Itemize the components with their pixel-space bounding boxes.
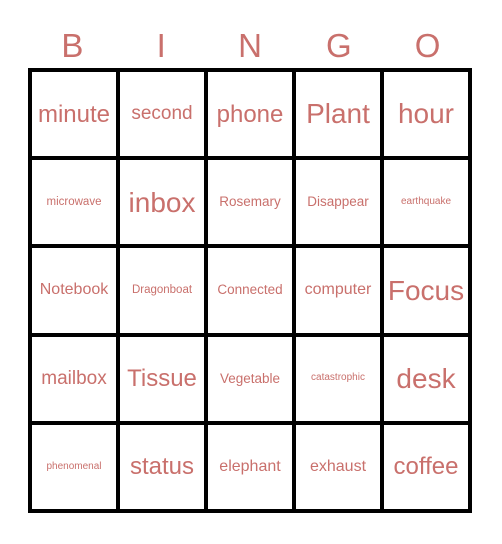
bingo-cell-label: exhaust	[309, 457, 367, 475]
bingo-cell[interactable]: desk	[380, 336, 468, 421]
bingo-cell-label: elephant	[219, 457, 281, 475]
bingo-cell-label: second	[131, 103, 193, 125]
bingo-cell[interactable]: Plant	[292, 72, 380, 157]
bingo-cell-label: Focus	[387, 274, 465, 306]
bingo-cell[interactable]: hour	[380, 72, 468, 157]
bingo-cell[interactable]: status	[116, 424, 204, 510]
bingo-grid: minute second phone Plant hour microwave…	[28, 68, 472, 513]
header-letter-g: G	[325, 26, 352, 64]
header-letter-o: O	[414, 26, 441, 64]
bingo-cell-label: Tissue	[127, 365, 197, 393]
bingo-cell-label: phenomenal	[46, 460, 102, 472]
bingo-cell[interactable]: Tissue	[116, 336, 204, 421]
bingo-cell[interactable]: phone	[204, 72, 292, 157]
bingo-row: phenomenal status elephant exhaust coffe…	[32, 420, 468, 510]
bingo-cell-label: Vegetable	[219, 370, 281, 386]
bingo-cell[interactable]: Vegetable	[204, 336, 292, 421]
bingo-header: B I N G O	[28, 22, 472, 68]
bingo-row: mailbox Tissue Vegetable catastrophic de…	[32, 332, 468, 421]
bingo-cell[interactable]: exhaust	[292, 424, 380, 510]
bingo-cell[interactable]: Dragonboat	[116, 248, 204, 333]
bingo-cell-label: hour	[397, 98, 455, 130]
bingo-cell-label: Connected	[217, 282, 283, 298]
bingo-cell-label: Dragonboat	[131, 284, 193, 297]
bingo-cell[interactable]: coffee	[380, 424, 468, 510]
bingo-cell-label: Notebook	[39, 281, 109, 299]
bingo-cell[interactable]: second	[116, 72, 204, 157]
bingo-cell[interactable]: computer	[292, 248, 380, 333]
bingo-cell[interactable]: phenomenal	[32, 424, 116, 510]
bingo-cell-label: Plant	[306, 98, 370, 130]
bingo-cell[interactable]: Focus	[380, 248, 468, 333]
bingo-cell[interactable]: elephant	[204, 424, 292, 510]
bingo-card: B I N G O minute second phone Plant hour…	[0, 0, 502, 544]
bingo-cell-label: earthquake	[400, 196, 452, 208]
bingo-row: Notebook Dragonboat Connected computer F…	[32, 244, 468, 333]
bingo-cell-label: microwave	[46, 196, 102, 209]
header-letter-i: I	[156, 26, 166, 64]
header-letter-b: B	[61, 26, 84, 64]
bingo-cell-label: desk	[396, 363, 456, 395]
bingo-cell-label: mailbox	[41, 367, 107, 389]
bingo-cell[interactable]: microwave	[32, 160, 116, 245]
bingo-cell[interactable]: earthquake	[380, 160, 468, 245]
bingo-cell[interactable]: mailbox	[32, 336, 116, 421]
bingo-cell-label: computer	[304, 281, 372, 299]
bingo-cell-label: phone	[216, 100, 284, 128]
bingo-cell[interactable]: Connected	[204, 248, 292, 333]
bingo-cell-label: catastrophic	[311, 372, 365, 384]
bingo-cell[interactable]: catastrophic	[292, 336, 380, 421]
bingo-cell[interactable]: minute	[32, 72, 116, 157]
bingo-cell[interactable]: Notebook	[32, 248, 116, 333]
bingo-cell[interactable]: Disappear	[292, 160, 380, 245]
bingo-row: microwave inbox Rosemary Disappear earth…	[32, 156, 468, 245]
bingo-cell-label: coffee	[393, 453, 459, 481]
bingo-cell-label: minute	[37, 100, 111, 128]
bingo-cell-label: Disappear	[307, 194, 369, 210]
header-letter-n: N	[238, 26, 262, 64]
bingo-cell[interactable]: Rosemary	[204, 160, 292, 245]
bingo-cell-label: Rosemary	[219, 194, 281, 210]
bingo-row: minute second phone Plant hour	[32, 72, 468, 157]
bingo-cell-label: status	[129, 453, 195, 481]
bingo-cell-label: inbox	[128, 186, 196, 218]
bingo-cell[interactable]: inbox	[116, 160, 204, 245]
